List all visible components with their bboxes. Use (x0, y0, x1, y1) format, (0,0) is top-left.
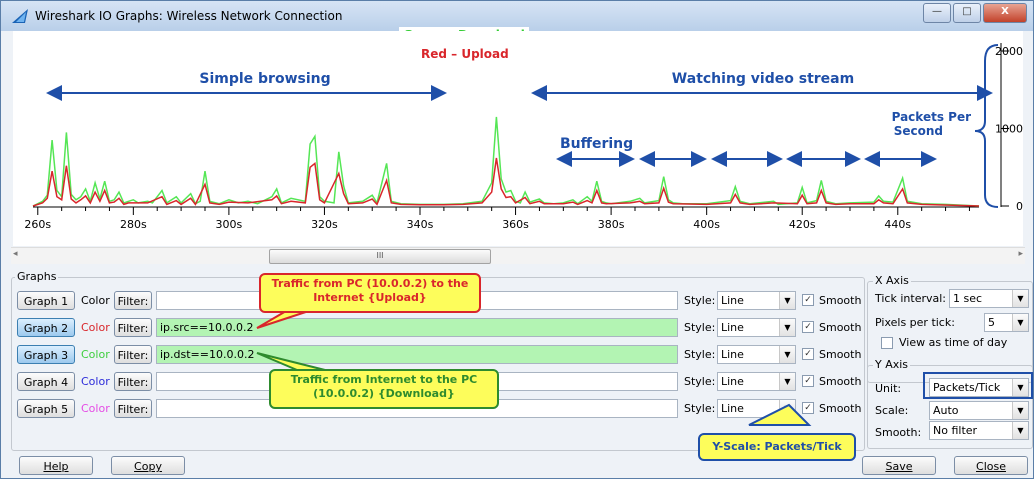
y-scale-callout: Y-Scale: Packets/Tick (698, 433, 856, 461)
upload-traffic-callout: Traffic from PC (10.0.0.2) to the Interne… (259, 273, 481, 313)
io-graphs-window: Wireshark IO Graphs: Wireless Network Co… (0, 0, 1034, 479)
unit-highlight-box (923, 372, 1033, 399)
upload-legend-annotation: Red – Upload (421, 47, 509, 61)
callout-pointers (256, 306, 812, 426)
download-traffic-callout: Traffic from Internet to the PC (10.0.0.2… (269, 369, 499, 409)
